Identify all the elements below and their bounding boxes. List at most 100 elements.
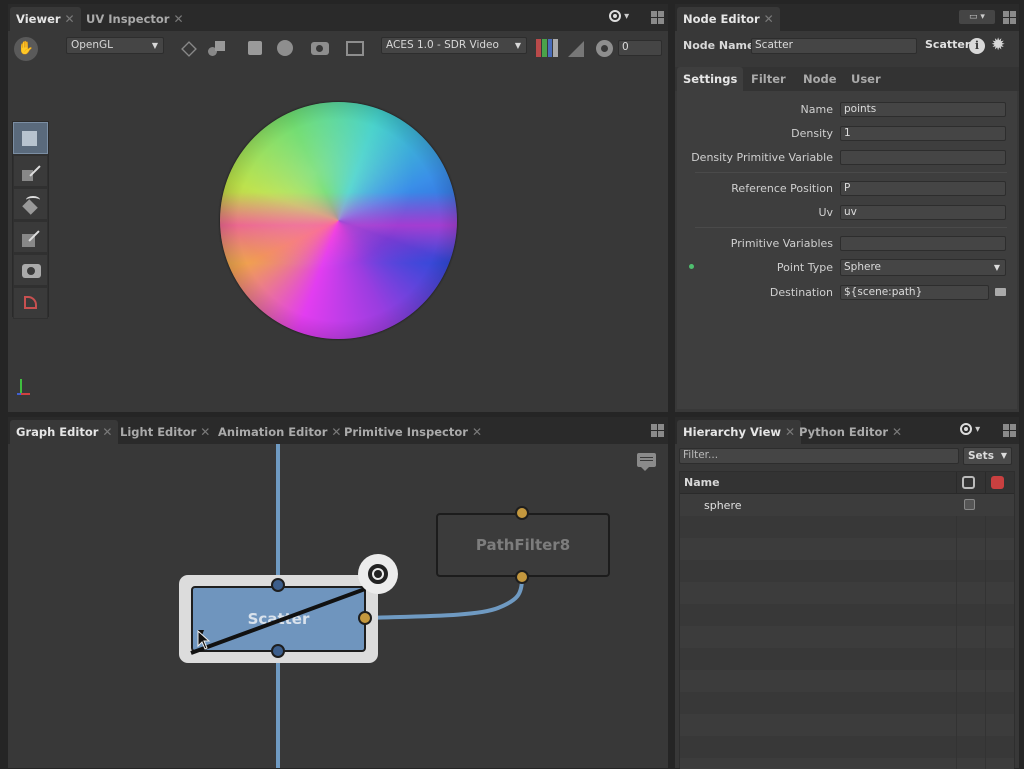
- sets-dropdown[interactable]: Sets ▼: [963, 447, 1012, 465]
- param-density-pv-label: Density Primitive Variable: [691, 151, 833, 164]
- param-name-label: Name: [800, 103, 833, 116]
- layout-menu-icon[interactable]: ▾: [609, 10, 645, 24]
- tab-light-editor[interactable]: Light Editor ✕: [114, 420, 216, 444]
- param-destination-field[interactable]: ${scene:path}: [840, 285, 989, 300]
- close-icon[interactable]: ✕: [200, 420, 210, 444]
- crop-icon: [24, 296, 37, 309]
- rendered-sphere: [220, 102, 457, 339]
- scale-icon: [22, 229, 40, 247]
- panel-grid-icon[interactable]: [1003, 11, 1016, 24]
- plug-filter-in[interactable]: [358, 611, 372, 625]
- divider: [695, 227, 1007, 228]
- close-icon[interactable]: ✕: [892, 420, 902, 444]
- exposure-field[interactable]: 0: [618, 40, 662, 56]
- param-name-field[interactable]: points: [840, 102, 1006, 117]
- table-header: Name: [680, 472, 1014, 494]
- graph-canvas[interactable]: Scatter PathFilter8: [8, 444, 668, 768]
- wireframe-icon[interactable]: [181, 41, 197, 57]
- tab-animation-editor[interactable]: Animation Editor ✕: [212, 420, 347, 444]
- close-icon[interactable]: ✕: [472, 420, 482, 444]
- close-icon[interactable]: ✕: [65, 7, 75, 31]
- info-icon[interactable]: i: [969, 38, 985, 54]
- camera-tool[interactable]: [13, 254, 48, 286]
- viewport[interactable]: ✋ OpenGL ▼ ACES 1.0 - SDR Video ▼ 0: [8, 31, 668, 412]
- row-visibility-icon[interactable]: [964, 499, 975, 510]
- pathfilter-node[interactable]: PathFilter8: [436, 513, 610, 577]
- annotation-icon[interactable]: [637, 453, 656, 471]
- panel-grid-icon[interactable]: [1003, 424, 1016, 437]
- param-prim-vars-field[interactable]: [840, 236, 1006, 251]
- visibility-column-icon[interactable]: [962, 476, 975, 489]
- node-name-field[interactable]: Scatter: [751, 38, 917, 54]
- renderer-dropdown[interactable]: OpenGL ▼: [66, 37, 164, 54]
- scale-tool[interactable]: [13, 221, 48, 253]
- folder-icon[interactable]: [995, 288, 1006, 296]
- hierarchy-table: Name sphere: [679, 471, 1015, 769]
- param-density-pv-field[interactable]: [840, 150, 1006, 165]
- solid-cube-icon[interactable]: [248, 41, 262, 55]
- node-type-label: Scatter: [925, 38, 971, 51]
- rotate-icon: [22, 196, 40, 215]
- layout-menu-icon[interactable]: ▾: [960, 423, 996, 437]
- camera-rotate-icon: [22, 264, 41, 278]
- subtab-node[interactable]: Node: [797, 67, 843, 91]
- tab-uv-inspector[interactable]: UV Inspector ✕: [80, 7, 190, 31]
- param-point-type-label: Point Type: [776, 261, 833, 274]
- hierarchy-body: Filter... Sets ▼ Name sphere: [675, 444, 1019, 769]
- select-tool[interactable]: [13, 122, 48, 154]
- selection-column-icon[interactable]: [991, 476, 1004, 489]
- header-divider: [956, 472, 957, 494]
- aperture-icon[interactable]: [596, 40, 613, 57]
- param-prim-vars-label: Primitive Variables: [730, 237, 833, 250]
- node-editor-panel: Node Editor ✕ ▭ ▾ Node Name Scatter Scatt…: [675, 4, 1019, 412]
- shaded-wire-icon[interactable]: [208, 41, 226, 57]
- param-uv-field[interactable]: uv: [840, 205, 1006, 220]
- color-space-dropdown[interactable]: ACES 1.0 - SDR Video ▼: [381, 37, 527, 54]
- column-name-header[interactable]: Name: [684, 476, 720, 489]
- tab-node-editor[interactable]: Node Editor ✕: [677, 7, 780, 31]
- tab-primitive-inspector[interactable]: Primitive Inspector ✕: [338, 420, 488, 444]
- param-density-field[interactable]: 1: [840, 126, 1006, 141]
- chevron-down-icon: ▼: [1000, 451, 1007, 460]
- solid-sphere-icon[interactable]: [277, 40, 293, 56]
- point-type-dropdown[interactable]: Sphere ▼: [840, 259, 1006, 276]
- subtab-filter[interactable]: Filter: [745, 67, 792, 91]
- table-row[interactable]: sphere: [680, 494, 1014, 516]
- panel-grid-icon[interactable]: [651, 11, 664, 24]
- subtab-user[interactable]: User: [845, 67, 887, 91]
- gamma-icon[interactable]: [568, 41, 584, 57]
- crop-tool[interactable]: [13, 287, 48, 319]
- plug-out-bottom[interactable]: [271, 644, 285, 658]
- plug-pathfilter-out[interactable]: [515, 570, 529, 584]
- tab-graph-editor[interactable]: Graph Editor ✕: [10, 420, 119, 444]
- param-ref-pos-field[interactable]: P: [840, 181, 1006, 196]
- tab-python-editor[interactable]: Python Editor ✕: [793, 420, 908, 444]
- plug-pathfilter-top[interactable]: [515, 506, 529, 520]
- node-name-label: Node Name: [683, 39, 755, 52]
- hand-tool-icon[interactable]: ✋: [14, 37, 38, 61]
- close-icon[interactable]: ✕: [764, 7, 774, 31]
- viewer-panel: Viewer ✕ UV Inspector ✕ ▾ ✋ OpenGL ▼ ACES 1…: [8, 4, 668, 412]
- graph-editor-tabbar: Graph Editor ✕ Light Editor ✕ Animation Ed…: [8, 417, 668, 444]
- filter-input[interactable]: Filter...: [679, 448, 959, 464]
- close-icon[interactable]: ✕: [173, 7, 183, 31]
- plug-in-top[interactable]: [271, 578, 285, 592]
- rotate-tool[interactable]: [13, 188, 48, 220]
- translate-tool[interactable]: [13, 155, 48, 187]
- node-enabled-toggle-icon[interactable]: [358, 554, 398, 594]
- tab-hierarchy-view[interactable]: Hierarchy View ✕: [677, 420, 802, 444]
- close-icon[interactable]: ✕: [102, 420, 112, 444]
- chevron-down-icon: ▼: [993, 263, 1000, 272]
- panel-grid-icon[interactable]: [651, 424, 664, 437]
- layout-menu-icon[interactable]: ▭ ▾: [959, 10, 995, 24]
- grid-view-icon[interactable]: [346, 41, 364, 56]
- channels-icon[interactable]: [536, 39, 558, 57]
- param-density-label: Density: [791, 127, 833, 140]
- tab-viewer[interactable]: Viewer ✕: [10, 7, 81, 31]
- cube-cursor-icon: [22, 131, 37, 146]
- subtab-settings[interactable]: Settings: [677, 67, 744, 91]
- gear-icon[interactable]: ✹: [991, 35, 1005, 55]
- camera-icon[interactable]: [311, 42, 329, 55]
- viewer-tabbar: Viewer ✕ UV Inspector ✕ ▾: [8, 4, 668, 31]
- header-divider: [985, 472, 986, 494]
